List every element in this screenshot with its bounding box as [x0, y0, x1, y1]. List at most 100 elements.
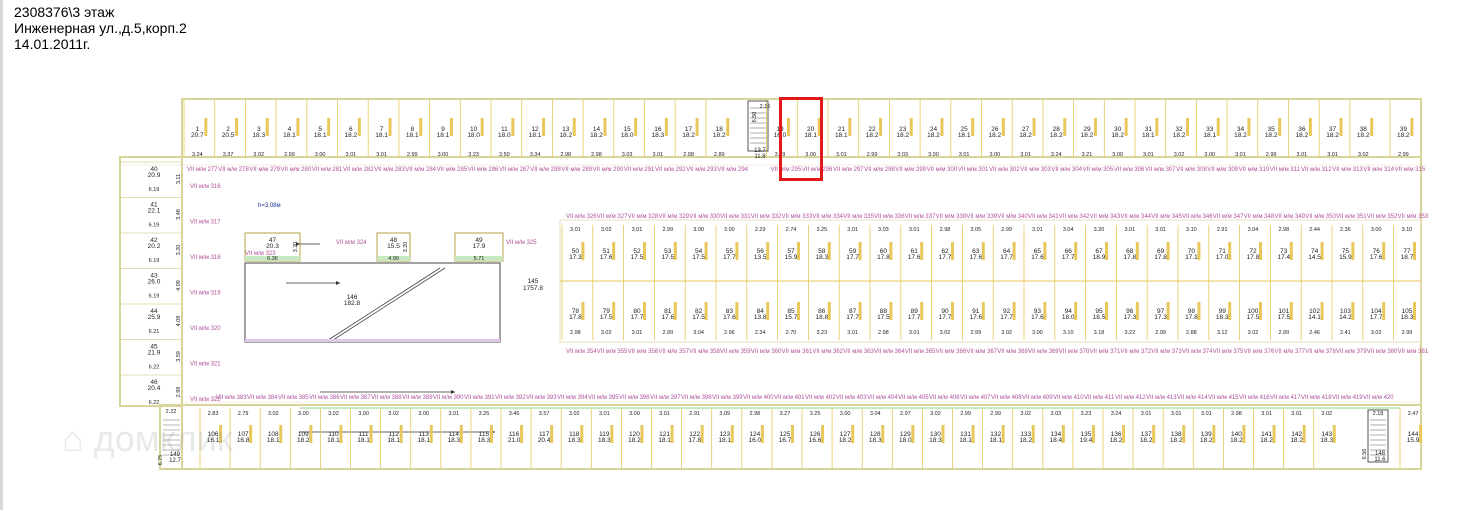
top-row-depth-tag [1001, 118, 1005, 136]
bottom-row-depth-tag [489, 425, 493, 443]
bottom-row-width: 3.25 [810, 411, 821, 417]
corridor-bottom-label: VII м/м 415 [1208, 395, 1239, 401]
mid-row-a-depth-tag [827, 242, 831, 260]
top-row-depth-tag [603, 118, 607, 136]
top-row-space-area: 18.2 [682, 132, 695, 139]
top-row-depth-tag [449, 118, 453, 136]
mid-row-b-space-area: 17.6 [723, 314, 736, 321]
mid-top-label: VII м/м 339 [966, 214, 997, 220]
left-block-label: VII м/м 321 [190, 362, 221, 368]
corridor-bottom-label: VII м/м 410 [1053, 395, 1084, 401]
bottom-row-width: 2.98 [749, 411, 760, 417]
top-row-space-area: 18.1 [1142, 132, 1155, 139]
top-row-space-area: 18.1 [835, 132, 848, 139]
mid-bottom-label: VII м/м 360 [751, 349, 782, 355]
corridor-bottom-label: VII м/м 393 [526, 395, 557, 401]
top-row-space-width: 2.99 [407, 152, 418, 158]
mid-row-a-depth-tag [1228, 242, 1232, 260]
mid-row-a-width: 3.01 [1032, 227, 1043, 233]
bottom-row-depth-tag [941, 425, 945, 443]
top-row-depth-tag [1216, 118, 1220, 136]
mid-row-b-width: 2.99 [1402, 330, 1413, 336]
corridor-top-label: VII м/м 282 [343, 167, 374, 173]
mid-row-a-width: 3.10 [1402, 227, 1413, 233]
mid-bottom-label: VII м/м 370 [1059, 349, 1090, 355]
corridor-bottom-label: VII м/м 395 [588, 395, 619, 401]
mid-bottom-label: VII м/м 380 [1367, 349, 1398, 355]
bottom-row-space-area: 18.1 [718, 437, 731, 444]
stair-br-dim2: 6.56 [1362, 449, 1368, 460]
mid-top-label: VII м/м 331 [720, 214, 751, 220]
bottom-row-space-area: 19.4 [1080, 437, 1093, 444]
bottom-row-depth-tag [1419, 425, 1423, 443]
mid-top-label: VII м/м 337 [905, 214, 936, 220]
top-row-space-area: 18.2 [559, 132, 572, 139]
top-row-space-width: 3.50 [499, 152, 510, 158]
mid-top-label: VII м/м 349 [1274, 214, 1305, 220]
bottom-row-space-area: 18.1 [267, 437, 280, 444]
corridor-top-label: VII м/м 302 [989, 167, 1020, 173]
top-row-space-width: 2.98 [560, 152, 571, 158]
top-row-space-width: 2.99 [1398, 152, 1409, 158]
corridor-top-label: VII м/м 293 [686, 167, 717, 173]
bottom-row-space-area: 18.3 [929, 437, 942, 444]
bottom-row-width: 3.01 [599, 411, 610, 417]
mid-row-a-depth-tag [735, 242, 739, 260]
mid-row-b-width: 2.98 [570, 330, 581, 336]
bottom-row-space-area: 18.2 [1140, 437, 1153, 444]
top-row-depth-tag [327, 118, 331, 136]
bottom-row-space-area: 18.2 [297, 437, 310, 444]
mid-row-b-depth-tag [735, 302, 739, 320]
bottom-row-space-area: 18.2 [1290, 437, 1303, 444]
top-row-space-area: 18.1 [1203, 132, 1216, 139]
left-block-label: VII м/м 317 [190, 220, 221, 226]
corridor-top-label: VII м/м 287 [499, 167, 530, 173]
bottom-row-strip [300, 407, 1400, 409]
bottom-row-width: 2.99 [960, 411, 971, 417]
corridor-bottom-label: VII м/м 402 [805, 395, 836, 401]
mid-row-a-width: 3.01 [1124, 227, 1135, 233]
top-row-space-width: 3.24 [1051, 152, 1062, 158]
left-block-space-area: 20.2 [148, 243, 161, 250]
mid-row-b-depth-tag [1135, 302, 1139, 320]
corridor-top-label: VII м/м 299 [895, 167, 926, 173]
hall-label: VII м/м 324 [336, 240, 367, 246]
mid-bottom-label: VII м/м 377 [1274, 349, 1305, 355]
bottom-row-space-area: 16.8 [237, 437, 250, 444]
mid-top-label: VII м/м 332 [751, 214, 782, 220]
corridor-top-label: VII м/м 314 [1363, 167, 1394, 173]
mid-row-b-depth-tag [1228, 302, 1232, 320]
mid-row-b-depth-tag [951, 302, 954, 320]
corridor-top-label: VII м/м 285 [437, 167, 468, 173]
left-block-dim: 6.22 [149, 365, 160, 371]
corridor-top-label: VII м/м 284 [405, 167, 436, 173]
top-row-space-area: 18.2 [866, 132, 879, 139]
bottom-row-width: 2.83 [208, 411, 219, 417]
top-row-space-width: 3.00 [989, 152, 1000, 158]
mid-row-b-space-area: 17.7 [939, 314, 952, 321]
bottom-row-space-area: 18.2 [1019, 437, 1032, 444]
bottom-row-width: 2.47 [1408, 411, 1419, 417]
top-row-depth-tag [971, 118, 975, 136]
bottom-row-depth-tag [399, 425, 403, 443]
mid-row-a-depth-tag [889, 242, 893, 260]
corridor-top-label: VII м/м 292 [655, 167, 686, 173]
mid-row-b-depth-tag [643, 302, 646, 320]
mid-bottom-label: VII м/м 361 [782, 349, 813, 355]
corridor-top-label: VII м/м 306 [1114, 167, 1145, 173]
top-row-space-width: 3.01 [1020, 152, 1031, 158]
top-row-depth-tag [235, 118, 239, 136]
top-row-space-width: 3.00 [1112, 152, 1123, 158]
corridor-top-label: VII м/м 310 [1239, 167, 1270, 173]
mid-row-a-width: 2.99 [662, 227, 673, 233]
mid-row-b-width: 3.04 [693, 330, 704, 336]
bottom-row-space-area: 18.1 [387, 437, 400, 444]
mid-row-a-width: 2.29 [755, 227, 766, 233]
corridor-bottom-label: VII м/м 397 [650, 395, 681, 401]
bottom-row-depth-tag [851, 425, 855, 443]
bottom-row-space-area: 18.1 [658, 437, 671, 444]
mid-bottom-label: VII м/м 365 [905, 349, 936, 355]
top-row-space-area: 18.1 [958, 132, 971, 139]
mid-row-a-width: 2.98 [940, 227, 951, 233]
mid-top-label: VII м/м 341 [1028, 214, 1059, 220]
